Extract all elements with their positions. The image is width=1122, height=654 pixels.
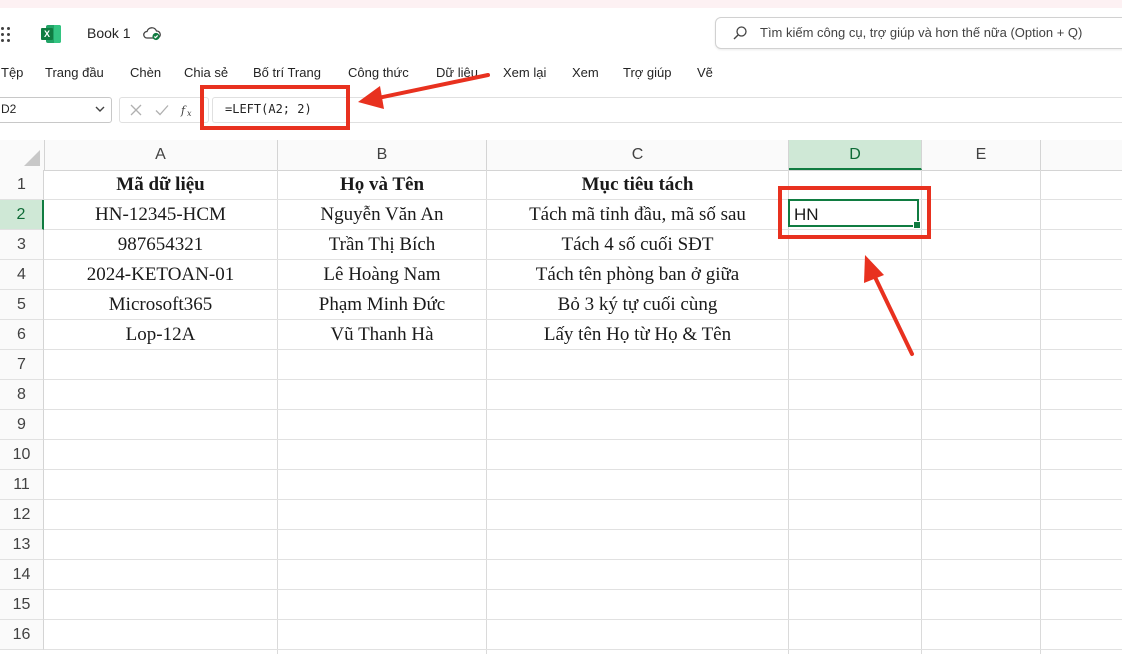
- gridline: [44, 619, 1122, 620]
- row-header-1[interactable]: 1: [0, 170, 44, 200]
- spreadsheet-grid: A B C D E 1 2 3 4 5 6 7 8 9 10 11 12 13 …: [0, 126, 1122, 654]
- title-bar: X Book 1 Tìm kiếm công cụ, trợ giúp và h…: [0, 8, 1122, 60]
- cancel-x-icon[interactable]: [128, 102, 144, 118]
- cell-b1[interactable]: Họ và Tên: [278, 170, 486, 200]
- column-header-d[interactable]: D: [789, 140, 922, 170]
- excel-logo-icon[interactable]: X: [41, 25, 61, 43]
- cell-a4[interactable]: 2024-KETOAN-01: [44, 260, 277, 290]
- cell-b2[interactable]: Nguyễn Văn An: [278, 200, 486, 230]
- tab-review[interactable]: Xem lại: [503, 65, 546, 80]
- gridline: [44, 409, 1122, 410]
- column-header-row: A B C D E: [0, 140, 1122, 171]
- search-icon: [733, 26, 747, 40]
- gridline: [44, 649, 1122, 650]
- tab-home[interactable]: Trang đầu: [45, 65, 104, 80]
- gridline: [1040, 170, 1041, 654]
- tab-formulas[interactable]: Công thức: [348, 65, 409, 80]
- cell-a1[interactable]: Mã dữ liệu: [44, 170, 277, 200]
- name-box-value: D2: [1, 102, 17, 116]
- result-highlight-box: [778, 186, 931, 239]
- row-header-7[interactable]: 7: [0, 350, 44, 380]
- row-header-2[interactable]: 2: [0, 200, 44, 230]
- cell-c4[interactable]: Tách tên phòng ban ở giữa: [487, 260, 788, 290]
- ribbon-tabs: Tệp Trang đầu Chèn Chia sẻ Bố trí Trang …: [0, 60, 1122, 90]
- formula-highlight-box: [200, 85, 350, 130]
- gridline: [44, 559, 1122, 560]
- formula-bar: D2 f x =LEFT(A2; 2): [0, 94, 1122, 126]
- row-header-14[interactable]: 14: [0, 560, 44, 590]
- search-placeholder: Tìm kiếm công cụ, trợ giúp và hơn thế nữ…: [760, 25, 1083, 40]
- row-header-5[interactable]: 5: [0, 290, 44, 320]
- gridline: [921, 170, 922, 654]
- row-header-8[interactable]: 8: [0, 380, 44, 410]
- row-header-9[interactable]: 9: [0, 410, 44, 440]
- row-header-16[interactable]: 16: [0, 620, 44, 650]
- check-icon[interactable]: [154, 102, 170, 118]
- cell-c6[interactable]: Lấy tên Họ từ Họ & Tên: [487, 320, 788, 350]
- column-header-e[interactable]: E: [922, 140, 1041, 170]
- row-header-15[interactable]: 15: [0, 590, 44, 620]
- name-box[interactable]: D2: [0, 97, 112, 123]
- cell-a6[interactable]: Lop-12A: [44, 320, 277, 350]
- chevron-down-icon[interactable]: [93, 102, 107, 116]
- column-header-b[interactable]: B: [278, 140, 487, 170]
- row-header-10[interactable]: 10: [0, 440, 44, 470]
- gridline: [44, 589, 1122, 590]
- app-launcher-icon[interactable]: [0, 26, 16, 44]
- row-header-6[interactable]: 6: [0, 320, 44, 350]
- tab-share[interactable]: Chia sẻ: [184, 65, 228, 80]
- svg-text:x: x: [187, 109, 192, 118]
- column-header-a[interactable]: A: [44, 140, 278, 170]
- row-header-11[interactable]: 11: [0, 470, 44, 500]
- row-header-13[interactable]: 13: [0, 530, 44, 560]
- row-header-3[interactable]: 3: [0, 230, 44, 260]
- top-accent-strip: [0, 0, 1122, 8]
- tab-file[interactable]: Tệp: [1, 65, 23, 80]
- gridline: [788, 170, 789, 654]
- column-header-c[interactable]: C: [487, 140, 789, 170]
- cell-b4[interactable]: Lê Hoàng Nam: [278, 260, 486, 290]
- cloud-sync-icon[interactable]: [142, 25, 162, 41]
- gridline: [44, 529, 1122, 530]
- cell-c1[interactable]: Mục tiêu tách: [487, 170, 788, 200]
- cell-c3[interactable]: Tách 4 số cuối SĐT: [487, 230, 788, 260]
- svg-text:f: f: [180, 104, 187, 117]
- tab-help[interactable]: Trợ giúp: [623, 65, 672, 80]
- tab-insert[interactable]: Chèn: [130, 65, 161, 80]
- cell-a5[interactable]: Microsoft365: [44, 290, 277, 320]
- gridline: [44, 379, 1122, 380]
- cell-c5[interactable]: Bỏ 3 ký tự cuối cùng: [487, 290, 788, 320]
- formula-actions: f x: [119, 97, 209, 123]
- cell-a2[interactable]: HN-12345-HCM: [44, 200, 277, 230]
- search-box[interactable]: Tìm kiếm công cụ, trợ giúp và hơn thế nữ…: [715, 17, 1122, 49]
- cell-b6[interactable]: Vũ Thanh Hà: [278, 320, 486, 350]
- tab-data[interactable]: Dữ liệu: [436, 65, 478, 80]
- select-all-corner[interactable]: [0, 140, 45, 170]
- gridline: [44, 499, 1122, 500]
- cell-b5[interactable]: Phạm Minh Đức: [278, 290, 486, 320]
- tab-draw[interactable]: Vẽ: [697, 65, 713, 80]
- cell-a3[interactable]: 987654321: [44, 230, 277, 260]
- gridline: [44, 469, 1122, 470]
- cell-c2[interactable]: Tách mã tỉnh đầu, mã số sau: [487, 200, 788, 230]
- gridline: [44, 439, 1122, 440]
- fx-icon[interactable]: f x: [180, 102, 196, 118]
- cell-b3[interactable]: Trần Thị Bích: [278, 230, 486, 260]
- row-header-12[interactable]: 12: [0, 500, 44, 530]
- row-header-4[interactable]: 4: [0, 260, 44, 290]
- tab-page-layout[interactable]: Bố trí Trang: [253, 65, 321, 80]
- workbook-title[interactable]: Book 1: [87, 25, 131, 41]
- tab-view[interactable]: Xem: [572, 65, 599, 80]
